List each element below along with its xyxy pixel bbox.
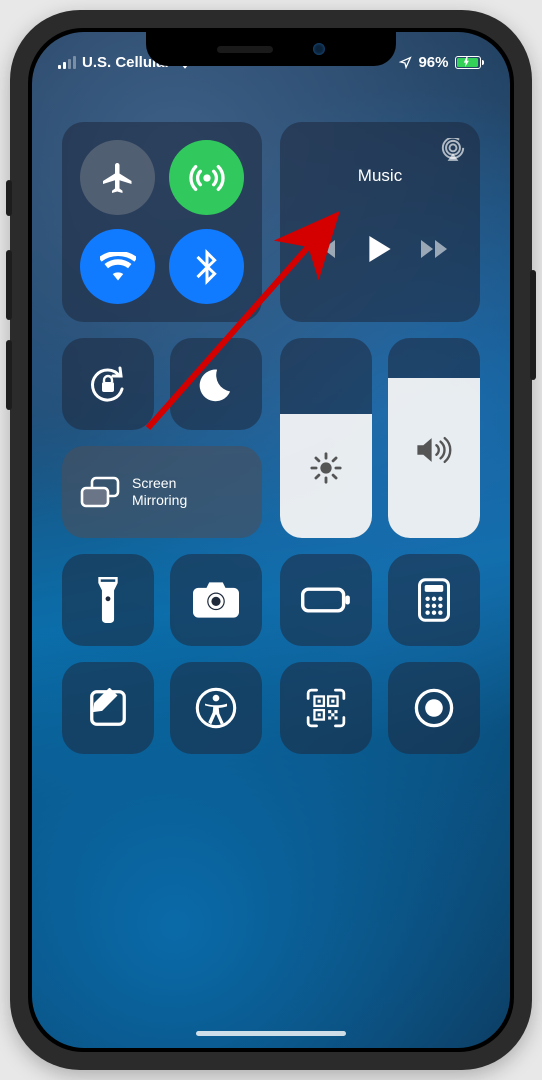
battery-icon (455, 56, 485, 69)
flashlight-icon (95, 577, 121, 623)
next-track-button[interactable] (421, 238, 451, 260)
screen-bezel: U.S. Cellular 96% (28, 28, 514, 1052)
bluetooth-toggle[interactable] (169, 229, 244, 304)
volume-down-button (6, 340, 12, 410)
low-power-mode-button[interactable] (280, 554, 372, 646)
volume-up-button (6, 250, 12, 320)
notes-icon (88, 688, 128, 728)
airplane-icon (100, 160, 136, 196)
brightness-slider[interactable] (280, 338, 372, 538)
music-tile[interactable]: Music (280, 122, 480, 322)
qr-scanner-button[interactable] (280, 662, 372, 754)
screen-mirroring-label: Screen Mirroring (132, 475, 187, 509)
screen-mirroring-button[interactable]: Screen Mirroring (62, 446, 262, 538)
battery-pct-label: 96% (418, 54, 448, 71)
screen: U.S. Cellular 96% (32, 32, 510, 1048)
wifi-toggle[interactable] (80, 229, 155, 304)
airplane-mode-toggle[interactable] (80, 140, 155, 215)
calculator-button[interactable] (388, 554, 480, 646)
previous-track-button[interactable] (309, 238, 339, 260)
volume-slider[interactable] (388, 338, 480, 538)
cellular-data-toggle[interactable] (169, 140, 244, 215)
cellular-icon (187, 158, 227, 198)
brightness-icon (309, 451, 343, 485)
notes-button[interactable] (62, 662, 154, 754)
rotation-lock-icon (84, 360, 132, 408)
battery-outline-icon (301, 587, 351, 613)
music-title-label: Music (294, 166, 466, 186)
screen-mirroring-icon (80, 475, 120, 509)
accessibility-button[interactable] (170, 662, 262, 754)
volume-icon (415, 435, 453, 465)
notch (146, 32, 396, 66)
do-not-disturb-toggle[interactable] (170, 338, 262, 430)
rotation-lock-toggle[interactable] (62, 338, 154, 430)
front-camera (313, 43, 325, 55)
record-icon (412, 686, 456, 730)
wifi-icon (100, 252, 136, 282)
location-icon (399, 56, 412, 69)
flashlight-button[interactable] (62, 554, 154, 646)
mute-switch (6, 180, 12, 216)
camera-button[interactable] (170, 554, 262, 646)
home-indicator[interactable] (196, 1031, 346, 1036)
qr-icon (305, 687, 347, 729)
screen-record-button[interactable] (388, 662, 480, 754)
bluetooth-icon (195, 249, 219, 285)
control-center: Music (62, 122, 480, 1018)
status-right: 96% (399, 54, 484, 71)
moon-icon (196, 364, 236, 404)
iphone-frame: U.S. Cellular 96% (10, 10, 532, 1070)
airplay-icon[interactable] (440, 138, 466, 162)
side-button (530, 270, 536, 380)
connectivity-tile[interactable] (62, 122, 262, 322)
camera-icon (193, 581, 239, 619)
play-button[interactable] (369, 236, 391, 262)
earpiece (217, 46, 273, 53)
calculator-icon (417, 578, 451, 622)
accessibility-icon (194, 686, 238, 730)
cell-signal-icon (58, 56, 76, 69)
